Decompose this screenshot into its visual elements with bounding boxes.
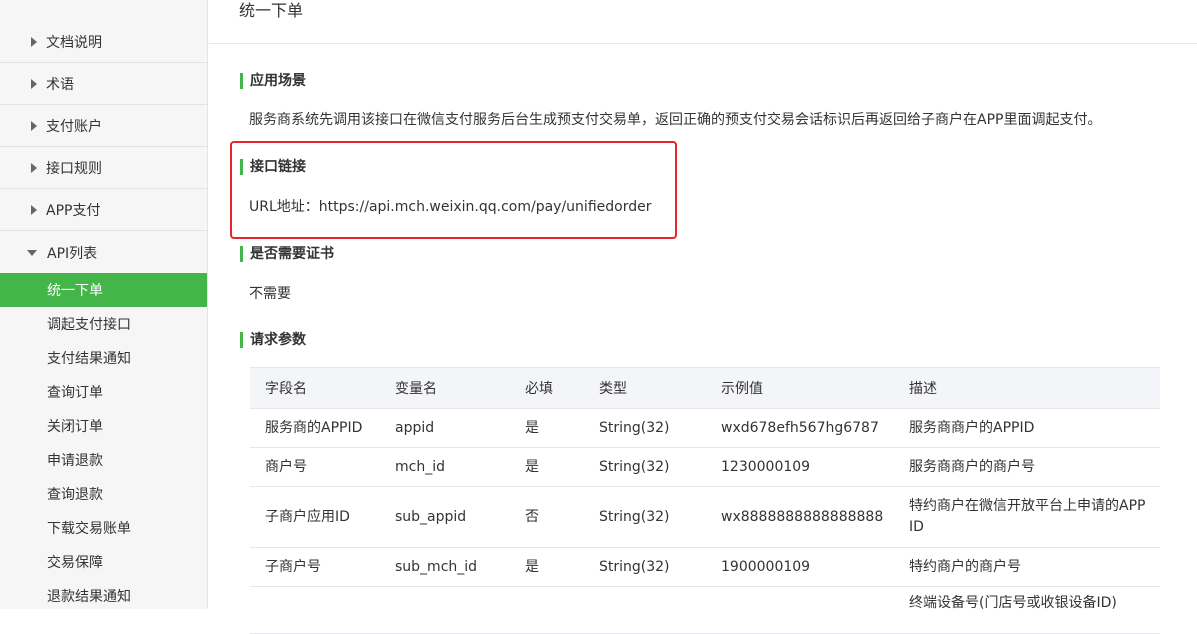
section-heading-params: 请求参数 [240, 332, 306, 348]
highlight-box [230, 141, 677, 239]
column-header: 类型 [584, 367, 706, 409]
table-cell [584, 586, 706, 634]
cert-text: 不需要 [249, 286, 291, 302]
table-cell: 特约商户的商户号 [894, 547, 1160, 587]
sidebar-item-download-bill[interactable]: 下载交易账单 [0, 511, 207, 545]
sidebar-group-app-pay[interactable]: APP支付 [0, 190, 207, 231]
sidebar-item-label: 统一下单 [47, 283, 103, 299]
column-header: 描述 [894, 367, 1160, 409]
table-cell: sub_appid [380, 486, 510, 548]
section-heading-scenario: 应用场景 [240, 73, 306, 89]
caret-right-icon [31, 205, 37, 215]
table-cell: 特约商户在微信开放平台上申请的APPID [894, 486, 1160, 548]
sidebar-group-account[interactable]: 支付账户 [0, 106, 207, 147]
sidebar-item-invoke-pay[interactable]: 调起支付接口 [0, 307, 207, 341]
section-heading-cert: 是否需要证书 [240, 246, 334, 262]
caret-right-icon [31, 163, 37, 173]
sidebar-item-label: 关闭订单 [47, 419, 103, 435]
sidebar-item-label: 下载交易账单 [47, 521, 131, 537]
sidebar-item-query-refund[interactable]: 查询退款 [0, 477, 207, 511]
table-cell: 是 [510, 547, 584, 587]
table-cell: 服务商商户的商户号 [894, 447, 1160, 487]
section-heading-link: 接口链接 [240, 159, 306, 175]
table-row: 服务商的APPID appid 是 String(32) wxd678efh56… [250, 408, 1160, 448]
caret-right-icon [31, 121, 37, 131]
page-title: 统一下单 [239, 1, 304, 20]
table-row: 子商户号 sub_mch_id 是 String(32) 1900000109 … [250, 547, 1160, 587]
table-cell: 服务商的APPID [250, 408, 380, 448]
sidebar-item-label: 退款结果通知 [47, 589, 131, 605]
table-cell: String(32) [584, 486, 706, 548]
sidebar-group-label: 支付账户 [46, 119, 102, 135]
sidebar-item-close-order[interactable]: 关闭订单 [0, 409, 207, 443]
sidebar-item-refund-notify[interactable]: 退款结果通知 [0, 579, 207, 609]
table-cell: wxd678efh567hg6787 [706, 408, 894, 448]
table-cell: 是 [510, 447, 584, 487]
table-cell [510, 586, 584, 634]
caret-down-icon [27, 249, 37, 256]
sidebar-group-rules[interactable]: 接口规则 [0, 148, 207, 189]
column-header: 变量名 [380, 367, 510, 409]
sidebar-item-label: 调起支付接口 [47, 317, 131, 333]
sidebar-item-label: 查询退款 [47, 487, 103, 503]
sidebar-group-label: 术语 [46, 77, 74, 93]
table-cell: 商户号 [250, 447, 380, 487]
table-cell: 终端设备号(门店号或收银设备ID) [894, 586, 1160, 634]
table-cell: 子商户号 [250, 547, 380, 587]
sidebar-group-label: 文档说明 [46, 35, 102, 51]
sidebar-item-pay-notify[interactable]: 支付结果通知 [0, 341, 207, 375]
table-cell: mch_id [380, 447, 510, 487]
sidebar-group-api-list[interactable]: API列表 [0, 232, 207, 273]
table-cell: 子商户应用ID [250, 486, 380, 548]
table-row: 商户号 mch_id 是 String(32) 1230000109 服务商商户… [250, 447, 1160, 487]
table-cell: 1230000109 [706, 447, 894, 487]
table-cell: 否 [510, 486, 584, 548]
sidebar-group-label: 接口规则 [46, 161, 102, 177]
sidebar-group-label: API列表 [47, 245, 98, 262]
table-cell: String(32) [584, 547, 706, 587]
sidebar-group-terms[interactable]: 术语 [0, 64, 207, 105]
table-cell: 1900000109 [706, 547, 894, 587]
sidebar-item-query-order[interactable]: 查询订单 [0, 375, 207, 409]
main-content: 统一下单 应用场景 服务商系统先调用该接口在微信支付服务后台生成预支付交易单，返… [209, 0, 1197, 634]
table-row: 终端设备号(门店号或收银设备ID) [250, 586, 1160, 634]
title-divider [209, 43, 1197, 44]
table-cell [250, 586, 380, 634]
sidebar-item-refund[interactable]: 申请退款 [0, 443, 207, 477]
column-header: 必填 [510, 367, 584, 409]
table-cell: appid [380, 408, 510, 448]
table-row: 子商户应用ID sub_appid 否 String(32) wx8888888… [250, 486, 1160, 548]
sidebar-item-label: 查询订单 [47, 385, 103, 401]
sidebar-item-label: 申请退款 [47, 453, 103, 469]
sidebar-item-trade-guarantee[interactable]: 交易保障 [0, 545, 207, 579]
table-cell: 是 [510, 408, 584, 448]
table-cell [380, 586, 510, 634]
sidebar-group-docs[interactable]: 文档说明 [0, 22, 207, 63]
column-header: 字段名 [250, 367, 380, 409]
params-table: 字段名 变量名 必填 类型 示例值 描述 服务商的APPID appid 是 S… [250, 367, 1160, 634]
caret-right-icon [31, 79, 37, 89]
sidebar: ▭▭ 文档说明 术语 支付账户 接口规则 APP支付 API列表 统一下单 调起… [0, 0, 208, 609]
table-header-row: 字段名 变量名 必填 类型 示例值 描述 [250, 367, 1160, 409]
table-cell: sub_mch_id [380, 547, 510, 587]
table-cell: 服务商商户的APPID [894, 408, 1160, 448]
sidebar-item-unified-order[interactable]: 统一下单 [0, 273, 207, 307]
table-cell [706, 586, 894, 634]
sidebar-item-label: 支付结果通知 [47, 351, 131, 367]
table-cell: String(32) [584, 447, 706, 487]
scenario-text: 服务商系统先调用该接口在微信支付服务后台生成预支付交易单，返回正确的预支付交易会… [249, 112, 1102, 128]
api-url-text[interactable]: URL地址：https://api.mch.weixin.qq.com/pay/… [249, 196, 651, 216]
column-header: 示例值 [706, 367, 894, 409]
sidebar-item-label: 交易保障 [47, 555, 103, 571]
sidebar-group-label: APP支付 [46, 203, 101, 219]
table-cell: String(32) [584, 408, 706, 448]
table-cell: wx8888888888888888 [706, 486, 894, 548]
caret-right-icon [31, 37, 37, 47]
